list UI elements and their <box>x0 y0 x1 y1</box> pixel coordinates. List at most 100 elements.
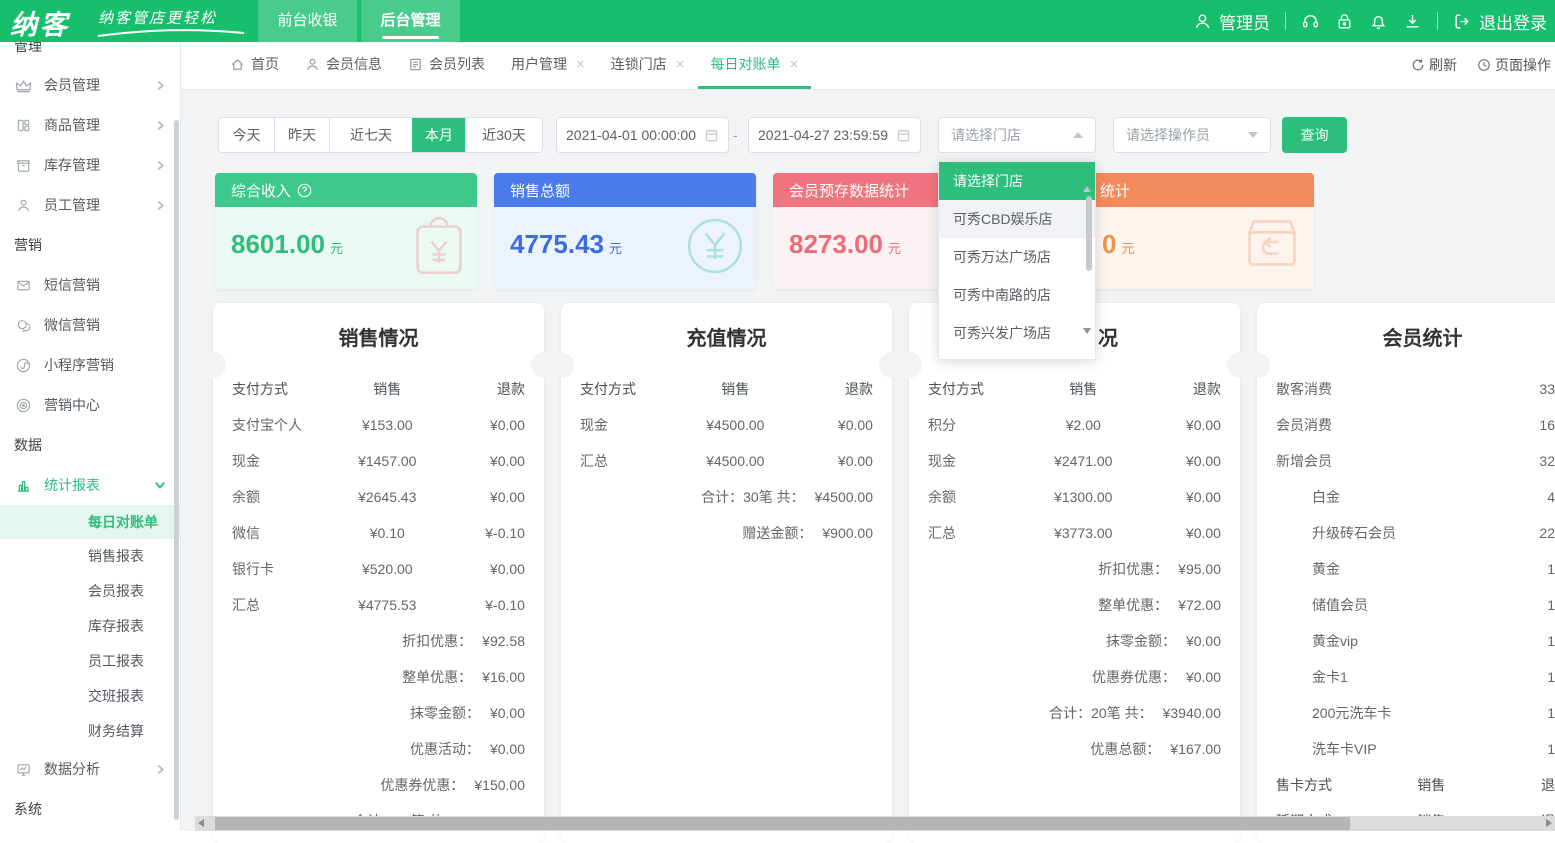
end-date-input[interactable]: 2021-04-27 23:59:59 <box>748 117 921 153</box>
stat-card-value: 8273.00元 <box>789 229 901 260</box>
range-button-3[interactable]: 本月 <box>412 118 465 152</box>
store-option-1[interactable]: 可秀CBD娱乐店 <box>939 200 1095 238</box>
refresh-button[interactable]: 刷新 <box>1411 55 1457 75</box>
operator-select[interactable]: 请选择操作员 <box>1113 117 1271 153</box>
stat-label: 200元洗车卡 <box>1276 703 1547 723</box>
cell: ¥2645.43 <box>343 489 431 505</box>
tab-5[interactable]: 每日对账单 × <box>698 42 812 89</box>
download-icon[interactable] <box>1403 12 1422 31</box>
sidebar-item-label: 会员管理 <box>44 75 100 95</box>
dropdown-scrollbar-thumb[interactable] <box>1086 196 1092 271</box>
sidebar-item-2[interactable]: 库存管理 <box>0 145 180 185</box>
tab-label: 首页 <box>251 54 279 74</box>
cell: ¥153.00 <box>343 417 431 433</box>
sidebar-subitem-15[interactable]: 员工报表 <box>0 644 180 679</box>
store-option-2[interactable]: 可秀万达广场店 <box>939 238 1095 276</box>
tab-3[interactable]: 用户管理× <box>498 42 598 89</box>
panel-notch <box>1244 352 1270 378</box>
table-header-row: 支付方式销售退款 <box>561 371 892 407</box>
scroll-left-arrow-icon[interactable] <box>198 819 204 827</box>
calendar-icon <box>704 128 719 143</box>
start-date-input[interactable]: 2021-04-01 00:00:00 <box>556 117 729 153</box>
tab-0[interactable]: 首页 <box>217 42 292 89</box>
sidebar-subitem-12[interactable]: 销售报表 <box>0 539 180 574</box>
summary-value: ¥150.00 <box>474 777 525 793</box>
stat-card-title-text: 会员预存数据统计 <box>789 180 909 201</box>
tab-close-icon[interactable]: × <box>790 56 799 73</box>
sidebar-item-8[interactable]: 营销中心 <box>0 385 180 425</box>
search-button[interactable]: 查询 <box>1282 117 1347 153</box>
horizontal-scrollbar-thumb[interactable] <box>215 817 1350 830</box>
stat-row: 金卡11人 <box>1257 659 1555 695</box>
nav-tab-backoffice[interactable]: 后台管理 <box>361 0 460 42</box>
lock-icon[interactable] <box>1335 12 1354 31</box>
sidebar-item-10[interactable]: 统计报表 <box>0 465 180 505</box>
store-option-0[interactable]: 请选择门店 <box>939 162 1095 200</box>
store-dropdown-menu: 请选择门店可秀CBD娱乐店可秀万达广场店可秀中南路的店可秀兴发广场店可秀 <box>938 161 1096 360</box>
logout-button[interactable]: 退出登录 <box>1453 9 1547 34</box>
headset-icon[interactable] <box>1301 12 1320 31</box>
dropdown-scroll-up-icon[interactable] <box>1083 169 1091 187</box>
stat-value: 33人 <box>1539 379 1555 399</box>
sidebar-item-18[interactable]: 数据分析 <box>0 749 180 789</box>
sidebar-item-label: 商品管理 <box>44 115 100 135</box>
summary-value: ¥3940.00 <box>1163 705 1221 721</box>
refresh-label: 刷新 <box>1429 55 1457 75</box>
chevron-right-icon <box>155 80 166 91</box>
sidebar-subitem-11[interactable]: 每日对账单 <box>0 505 180 539</box>
sidebar-item-6[interactable]: 微信营销 <box>0 305 180 345</box>
sidebar-subitem-17[interactable]: 财务结算 <box>0 714 180 749</box>
range-button-2[interactable]: 近七天 <box>329 118 412 152</box>
help-icon[interactable] <box>297 183 312 198</box>
tab-close-icon[interactable]: × <box>576 56 585 73</box>
summary-value: ¥95.00 <box>1178 561 1221 577</box>
tab-label: 连锁门店 <box>611 54 667 74</box>
bell-icon[interactable] <box>1369 12 1388 31</box>
stat-value: 1人 <box>1547 631 1555 651</box>
tab-1[interactable]: 会员信息 <box>292 42 395 89</box>
nav-tab-frontdesk[interactable]: 前台收银 <box>258 0 357 42</box>
tab-close-icon[interactable]: × <box>676 56 685 73</box>
sidebar-item-7[interactable]: 小程序营销 <box>0 345 180 385</box>
cell: ¥0.00 <box>431 489 525 505</box>
sidebar-item-3[interactable]: 员工管理 <box>0 185 180 225</box>
summary-value: ¥0.00 <box>490 705 525 721</box>
horizontal-scrollbar[interactable] <box>195 816 1555 831</box>
tab-4[interactable]: 连锁门店 × <box>598 42 698 89</box>
store-select[interactable]: 请选择门店 <box>938 117 1096 153</box>
stat-card-unit: 元 <box>1121 238 1134 257</box>
dropdown-scroll-down-icon[interactable] <box>1083 334 1091 352</box>
logout-icon <box>1453 12 1472 31</box>
range-button-4[interactable]: 近30天 <box>465 118 542 152</box>
summary-label: 抹零金额： <box>1106 631 1176 651</box>
sidebar-item-5[interactable]: 短信营销 <box>0 265 180 305</box>
store-option-4[interactable]: 可秀兴发广场店 <box>939 314 1095 352</box>
tab-2[interactable]: 会员列表 <box>395 42 498 89</box>
summary-label: 整单优惠： <box>402 667 472 687</box>
tab-label: 每日对账单 <box>711 54 781 74</box>
range-button-1[interactable]: 昨天 <box>274 118 329 152</box>
table-row: 现金¥1457.00¥0.00 <box>213 443 544 479</box>
store-option-5[interactable]: 可秀 <box>939 352 1095 360</box>
main-content: 今天昨天近七天本月近30天 2021-04-01 00:00:00 - 2021… <box>181 90 1555 831</box>
chevron-right-icon <box>155 764 166 775</box>
page-operations-button[interactable]: 页面操作 <box>1477 55 1551 75</box>
range-button-0[interactable]: 今天 <box>219 118 274 152</box>
current-user[interactable]: 管理员 <box>1193 9 1270 34</box>
sidebar-scrollbar[interactable] <box>174 120 179 820</box>
sidebar-subitem-16[interactable]: 交班报表 <box>0 679 180 714</box>
store-option-3[interactable]: 可秀中南路的店 <box>939 276 1095 314</box>
summary-label: 优惠券优惠： <box>380 775 464 795</box>
summary-row: 赠送金额：¥900.00 <box>561 515 892 551</box>
sidebar-item-1[interactable]: 商品管理 <box>0 105 180 145</box>
refresh-icon <box>1411 58 1425 72</box>
sidebar-subitem-13[interactable]: 会员报表 <box>0 574 180 609</box>
stat-card-number: 8273.00 <box>789 229 883 260</box>
sidebar-subitem-14[interactable]: 库存报表 <box>0 609 180 644</box>
stat-card-title-text: 销售总额 <box>510 180 570 201</box>
scroll-right-arrow-icon[interactable] <box>1546 819 1552 827</box>
cell: 现金 <box>232 451 343 471</box>
cell: 汇总 <box>580 451 691 471</box>
stat-card-number: 0 <box>1102 229 1116 260</box>
sidebar-item-0[interactable]: 会员管理 <box>0 65 180 105</box>
